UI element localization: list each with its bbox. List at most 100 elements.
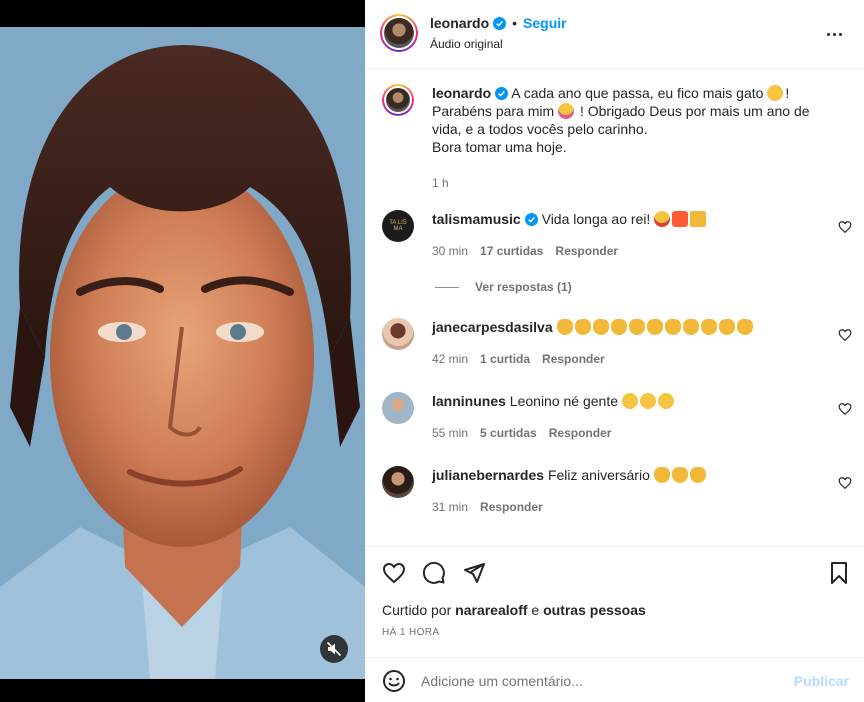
comment-text: Leonino né gente	[509, 393, 619, 409]
comment-time[interactable]: 55 min	[432, 424, 468, 442]
commenter-username[interactable]: talismamusic	[432, 211, 521, 227]
grinning-squinting-face-icon	[767, 85, 784, 101]
liked-others[interactable]: outras pessoas	[543, 602, 646, 618]
comments-list[interactable]: leonardo A cada ano que passa, eu fico m…	[365, 70, 864, 545]
reply-button[interactable]: Responder	[555, 242, 618, 260]
clap-icon	[610, 319, 627, 335]
separator-dot: •	[512, 15, 518, 31]
laughing-face-icon	[621, 393, 638, 409]
comment-time[interactable]: 42 min	[432, 350, 468, 368]
commenter-username[interactable]: lanninunes	[432, 393, 506, 409]
audio-label[interactable]: Áudio original	[430, 37, 503, 51]
reply-button[interactable]: Responder	[480, 498, 543, 516]
comment-composer: Publicar	[365, 657, 864, 702]
caption-line-1-end: !	[785, 85, 790, 101]
caption-line-1: A cada ano que passa, eu fico mais gato	[511, 85, 764, 101]
post-media[interactable]	[0, 0, 365, 702]
avatar-logo-text: TA LIS MA	[389, 220, 407, 232]
author-avatar[interactable]	[380, 14, 418, 52]
mute-audio-button[interactable]	[320, 635, 348, 663]
clap-icon	[718, 319, 735, 335]
clap-icon	[592, 319, 609, 335]
partying-face-icon	[558, 103, 575, 119]
clap-emojis	[556, 319, 755, 335]
comment-input[interactable]	[421, 668, 781, 694]
caption-line-2b: ! Obrigado Deus por mais um ano de	[579, 103, 810, 119]
liked-prefix: Curtido por	[382, 602, 452, 618]
commenter-avatar[interactable]	[382, 392, 414, 424]
more-options-button[interactable]	[822, 24, 846, 44]
like-comment-heart-icon[interactable]	[838, 328, 852, 342]
commenter-username[interactable]: janecarpesdasilva	[432, 319, 553, 335]
comment-item: janecarpesdasilva 42 min 1 curtida Respo…	[382, 318, 852, 378]
laughing-face-icon	[639, 393, 656, 409]
post-header: leonardo • Seguir Áudio original	[365, 0, 864, 69]
comment-text: Vida longa ao rei!	[541, 211, 651, 227]
liked-by: Curtido por nararealoff e outras pessoas	[382, 602, 646, 618]
caption-line-2a: Parabéns para mim	[432, 103, 555, 119]
like-comment-heart-icon[interactable]	[838, 476, 852, 490]
verified-badge-icon	[524, 213, 538, 226]
caption-avatar[interactable]	[382, 84, 414, 116]
comment-item: lanninunes Leonino né gente 55 min 5 cur…	[382, 392, 852, 452]
commenter-avatar[interactable]	[382, 466, 414, 498]
post-timestamp[interactable]: HÁ 1 HORA	[382, 627, 440, 638]
commenter-avatar[interactable]	[382, 318, 414, 350]
caption-author[interactable]: leonardo	[432, 85, 491, 101]
publish-button[interactable]: Publicar	[794, 673, 849, 689]
comment-time[interactable]: 30 min	[432, 242, 468, 260]
clap-icon	[682, 319, 699, 335]
follow-button[interactable]: Seguir	[523, 15, 567, 31]
clap-icon	[689, 467, 706, 483]
collision-icon	[672, 211, 689, 227]
post-actions: Curtido por nararealoff e outras pessoas…	[365, 546, 864, 656]
commenter-avatar[interactable]: TA LIS MA	[382, 210, 414, 242]
view-replies-button[interactable]: Ver respostas (1)	[435, 280, 572, 294]
comment-item: julianebernardes Feliz aniversário 31 mi…	[382, 466, 852, 526]
caption-text: leonardo A cada ano que passa, eu fico m…	[432, 84, 832, 192]
clap-icon	[736, 319, 753, 335]
caption-line-4: Bora tomar uma hoje.	[432, 139, 567, 155]
clap-icon	[628, 319, 645, 335]
speaker-muted-icon	[326, 641, 342, 657]
post-panel: leonardo • Seguir Áudio original leonard…	[365, 0, 864, 702]
author-line: leonardo • Seguir	[430, 15, 567, 31]
comment-bubble-icon[interactable]	[422, 561, 446, 585]
star-struck-icon	[654, 211, 671, 227]
caption-line-3: vida, e a todos vocês pelo carinho.	[432, 121, 648, 137]
emoji-picker-icon[interactable]	[382, 669, 406, 693]
verified-badge-icon	[493, 16, 507, 30]
reply-button[interactable]: Responder	[542, 350, 605, 368]
share-send-icon[interactable]	[462, 561, 486, 585]
view-replies-label: Ver respostas (1)	[475, 280, 572, 294]
comment-likes[interactable]: 17 curtidas	[480, 242, 543, 260]
replies-divider	[435, 286, 459, 288]
caption: leonardo A cada ano que passa, eu fico m…	[382, 84, 852, 194]
clap-icon	[664, 319, 681, 335]
portrait-illustration	[0, 27, 365, 679]
clap-icon	[574, 319, 591, 335]
comment-likes[interactable]: 1 curtida	[480, 350, 530, 368]
clap-icon	[700, 319, 717, 335]
comment-time[interactable]: 31 min	[432, 498, 468, 516]
comment-likes[interactable]: 5 curtidas	[480, 424, 537, 442]
commenter-username[interactable]: julianebernardes	[432, 467, 544, 483]
clap-icon	[556, 319, 573, 335]
comment-item: TA LIS MA talismamusic Vida longa ao rei…	[382, 210, 852, 290]
liked-suffix: e	[531, 602, 540, 618]
clap-icon	[646, 319, 663, 335]
post-photo[interactable]	[0, 27, 365, 679]
liked-user[interactable]: nararealoff	[455, 602, 527, 618]
laughing-face-icon	[657, 393, 674, 409]
like-comment-heart-icon[interactable]	[838, 402, 852, 416]
clap-icon	[671, 467, 688, 483]
clap-icon	[653, 467, 670, 483]
reply-button[interactable]: Responder	[549, 424, 612, 442]
comment-text: Feliz aniversário	[547, 467, 650, 483]
party-popper-icon	[690, 211, 707, 227]
author-username[interactable]: leonardo	[430, 15, 489, 31]
like-comment-heart-icon[interactable]	[838, 220, 852, 234]
like-heart-icon[interactable]	[382, 561, 406, 585]
caption-time[interactable]: 1 h	[432, 174, 449, 192]
save-bookmark-icon[interactable]	[827, 561, 851, 585]
